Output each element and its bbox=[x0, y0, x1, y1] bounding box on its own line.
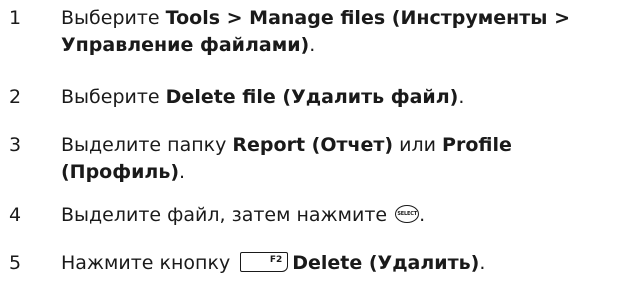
step-lead-text: Выделите файл, затем нажмите bbox=[61, 204, 394, 226]
menu-item: Delete file (Удалить файл) bbox=[165, 86, 459, 108]
softkey-icon: F2 bbox=[240, 252, 289, 272]
softkey-action: Delete (Удалить) bbox=[292, 252, 480, 274]
step-lead-text: Нажмите кнопку bbox=[61, 252, 237, 274]
step-text: Выберите Delete file (Удалить файл). bbox=[61, 84, 626, 111]
step-mid-text: или bbox=[393, 134, 443, 156]
step-number: 2 bbox=[9, 86, 22, 108]
step-tail-text: . bbox=[479, 252, 486, 274]
step-number: 4 bbox=[9, 204, 22, 226]
step-number: 5 bbox=[9, 252, 22, 274]
step-tail-text: . bbox=[419, 204, 426, 226]
step-text: Выберите Tools > Manage files (Инструмен… bbox=[61, 5, 626, 59]
step-number: 1 bbox=[9, 7, 22, 29]
instruction-steps: 1 Выберите Tools > Manage files (Инструм… bbox=[0, 0, 628, 283]
folder-name-report: Report (Отчет) bbox=[232, 134, 394, 156]
step-tail-text: . bbox=[458, 86, 465, 108]
step-lead-text: Выберите bbox=[61, 7, 166, 29]
step-number: 3 bbox=[9, 134, 22, 156]
step-lead-text: Выберите bbox=[61, 86, 166, 108]
step-text: Выделите папку Report (Отчет) или Profil… bbox=[61, 132, 626, 186]
step-lead-text: Выделите папку bbox=[61, 134, 233, 156]
step-tail-text: . bbox=[179, 161, 186, 183]
softkey-label: F2 bbox=[269, 255, 283, 265]
step-text: Выделите файл, затем нажмите SELECT. bbox=[61, 202, 626, 229]
select-button-icon: SELECT bbox=[395, 205, 420, 223]
step-tail-text: . bbox=[309, 34, 316, 56]
step-text: Нажмите кнопку F2 Delete (Удалить). bbox=[61, 250, 626, 277]
